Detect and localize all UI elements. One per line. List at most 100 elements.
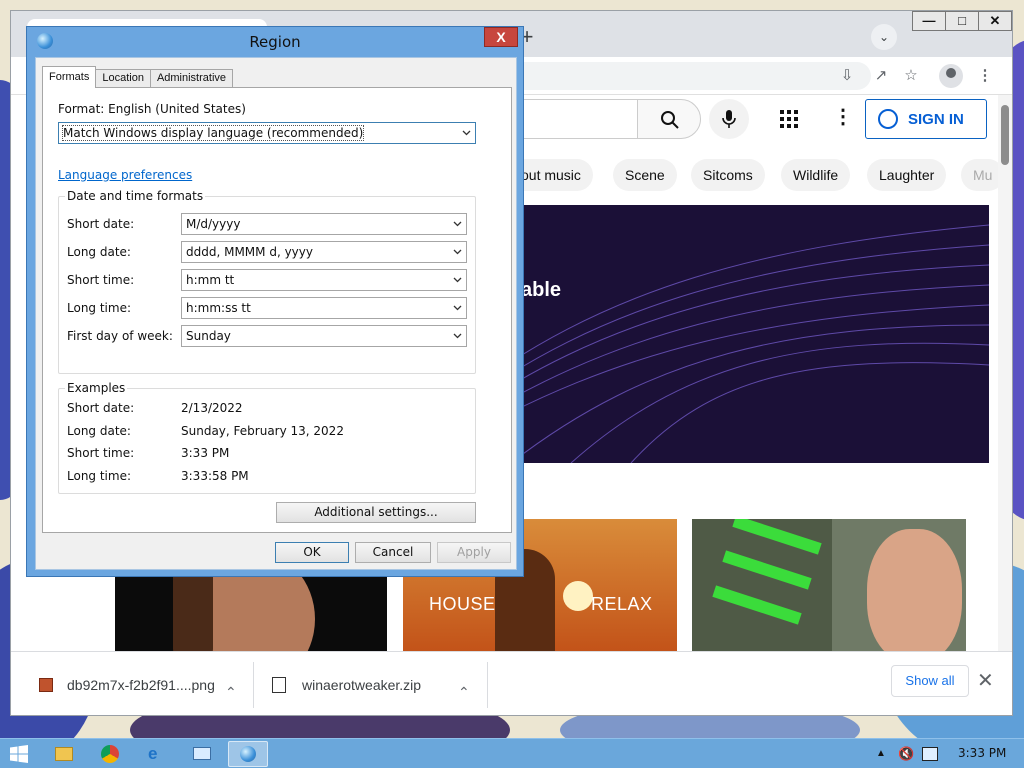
taskbar-region[interactable] bbox=[228, 741, 268, 767]
account-icon bbox=[878, 109, 898, 129]
dialog-tabs: Formats Location Administrative bbox=[42, 66, 234, 88]
group-title: Examples bbox=[65, 381, 128, 395]
download-item[interactable]: db92m7x-f2b2f91....png bbox=[39, 652, 215, 715]
example-short-time-value: 3:33 PM bbox=[181, 446, 230, 460]
short-time-label: Short time: bbox=[67, 273, 135, 287]
download-menu-chevron-icon[interactable]: ⌃ bbox=[458, 684, 470, 701]
format-dropdown-value: Match Windows display language (recommen… bbox=[61, 125, 365, 141]
download-item[interactable]: winaerotweaker.zip bbox=[272, 652, 422, 715]
address-bar[interactable] bbox=[481, 62, 871, 90]
short-date-dropdown[interactable]: M/d/yyyy bbox=[181, 213, 467, 235]
microphone-icon bbox=[722, 110, 736, 128]
page-scrollbar[interactable] bbox=[998, 95, 1012, 655]
video-thumbnail[interactable] bbox=[692, 519, 966, 663]
taskbar-control-panel[interactable] bbox=[182, 741, 222, 767]
taskbar-internet-explorer[interactable]: e bbox=[136, 741, 176, 767]
internet-explorer-icon: e bbox=[148, 744, 158, 763]
apply-button[interactable]: Apply bbox=[437, 542, 511, 563]
download-file-name: db92m7x-f2b2f91....png bbox=[67, 677, 215, 693]
format-dropdown[interactable]: Match Windows display language (recommen… bbox=[58, 122, 476, 144]
divider bbox=[487, 662, 488, 708]
downloads-bar: db92m7x-f2b2f91....png ⌃ winaerotweaker.… bbox=[11, 651, 1012, 715]
chevron-down-icon bbox=[453, 333, 462, 339]
thumbnail-label-left: HOUSE bbox=[429, 594, 496, 614]
chip-wildlife[interactable]: Wildlife bbox=[781, 159, 851, 191]
first-day-of-week-dropdown[interactable]: Sunday bbox=[181, 325, 467, 347]
example-long-date-label: Long date: bbox=[67, 424, 131, 438]
close-downloads-icon[interactable]: ✕ bbox=[977, 668, 994, 693]
short-time-value: h:mm tt bbox=[186, 273, 235, 287]
examples-group: Examples Short date: 2/13/2022 Long date… bbox=[58, 381, 476, 494]
sign-in-label: SIGN IN bbox=[908, 110, 964, 128]
window-controls: — □ ✕ bbox=[912, 11, 1012, 33]
group-title: Date and time formats bbox=[65, 189, 206, 203]
example-long-date-value: Sunday, February 13, 2022 bbox=[181, 424, 344, 438]
folder-icon bbox=[55, 747, 73, 761]
first-day-of-week-value: Sunday bbox=[186, 329, 231, 343]
more-options-icon[interactable]: ⋮ bbox=[833, 107, 853, 127]
ok-button[interactable]: OK bbox=[275, 542, 349, 563]
tab-administrative[interactable]: Administrative bbox=[149, 69, 234, 88]
chip-laughter[interactable]: Laughter bbox=[867, 159, 947, 191]
additional-settings-button[interactable]: Additional settings... bbox=[276, 502, 476, 523]
chrome-icon bbox=[101, 745, 119, 763]
first-day-of-week-label: First day of week: bbox=[67, 329, 173, 343]
banner-text: able bbox=[521, 279, 562, 301]
download-file-name: winaerotweaker.zip bbox=[302, 677, 422, 693]
show-hidden-icons-icon[interactable]: ▲ bbox=[876, 748, 886, 759]
long-time-label: Long time: bbox=[67, 301, 132, 315]
profile-avatar-icon[interactable] bbox=[939, 64, 963, 88]
speaker-muted-icon[interactable]: 🔇 bbox=[898, 746, 914, 762]
formats-panel: Format: English (United States) Match Wi… bbox=[42, 87, 512, 533]
thumbnail-label-right: RELAX bbox=[591, 594, 653, 614]
dialog-title: Region bbox=[249, 33, 301, 51]
dialog-body: Formats Location Administrative Format: … bbox=[35, 57, 517, 570]
apps-grid-icon[interactable] bbox=[779, 109, 799, 129]
control-panel-icon bbox=[193, 747, 211, 760]
chevron-down-icon bbox=[453, 305, 462, 311]
image-file-icon bbox=[39, 678, 53, 692]
sign-in-button[interactable]: SIGN IN bbox=[865, 99, 987, 139]
banner-wave-graphic bbox=[451, 224, 989, 463]
windows-start-icon[interactable] bbox=[10, 745, 28, 763]
install-app-icon[interactable]: ⇩ bbox=[837, 66, 857, 86]
minimize-button[interactable]: — bbox=[912, 11, 946, 31]
search-icon bbox=[661, 111, 679, 129]
ad-banner[interactable]: able bbox=[451, 205, 989, 463]
long-time-dropdown[interactable]: h:mm:ss tt bbox=[181, 297, 467, 319]
voice-search-button[interactable] bbox=[709, 99, 749, 139]
short-time-dropdown[interactable]: h:mm tt bbox=[181, 269, 467, 291]
share-icon[interactable]: ↗ bbox=[871, 66, 891, 86]
region-dialog: Region X Formats Location Administrative… bbox=[26, 26, 524, 577]
chip-sitcoms[interactable]: Sitcoms bbox=[691, 159, 765, 191]
taskbar-file-explorer[interactable] bbox=[44, 741, 84, 767]
dialog-close-button[interactable]: X bbox=[484, 27, 518, 47]
chevron-down-icon bbox=[453, 221, 462, 227]
taskbar-clock[interactable]: 3:33 PM bbox=[958, 746, 1006, 760]
bookmark-star-icon[interactable]: ☆ bbox=[901, 66, 921, 86]
taskbar: e ▲ 🔇 3:33 PM bbox=[0, 738, 1024, 768]
chip-scene[interactable]: Scene bbox=[613, 159, 677, 191]
format-label: Format: English (United States) bbox=[58, 102, 246, 116]
dialog-titlebar[interactable]: Region X bbox=[27, 27, 523, 55]
show-all-downloads-button[interactable]: Show all bbox=[891, 665, 969, 697]
short-date-value: M/d/yyyy bbox=[186, 217, 241, 231]
chrome-menu-icon[interactable]: ⋮ bbox=[975, 66, 995, 86]
close-window-button[interactable]: ✕ bbox=[978, 11, 1012, 31]
cancel-button[interactable]: Cancel bbox=[355, 542, 431, 563]
youtube-search-button[interactable] bbox=[637, 99, 701, 139]
long-date-dropdown[interactable]: dddd, MMMM d, yyyy bbox=[181, 241, 467, 263]
maximize-button[interactable]: □ bbox=[945, 11, 979, 31]
example-short-time-label: Short time: bbox=[67, 446, 135, 460]
date-time-formats-group: Date and time formats Short date: M/d/yy… bbox=[58, 189, 476, 374]
language-preferences-link[interactable]: Language preferences bbox=[58, 168, 192, 182]
taskbar-chrome[interactable] bbox=[90, 741, 130, 767]
tab-search-icon[interactable]: ⌄ bbox=[871, 24, 897, 50]
example-long-time-value: 3:33:58 PM bbox=[181, 469, 249, 483]
tab-formats[interactable]: Formats bbox=[42, 66, 97, 88]
tab-location[interactable]: Location bbox=[95, 69, 151, 88]
download-menu-chevron-icon[interactable]: ⌃ bbox=[225, 684, 237, 701]
region-globe-icon bbox=[240, 746, 256, 762]
network-icon[interactable] bbox=[922, 747, 938, 761]
thumbnail-sun bbox=[563, 581, 593, 611]
